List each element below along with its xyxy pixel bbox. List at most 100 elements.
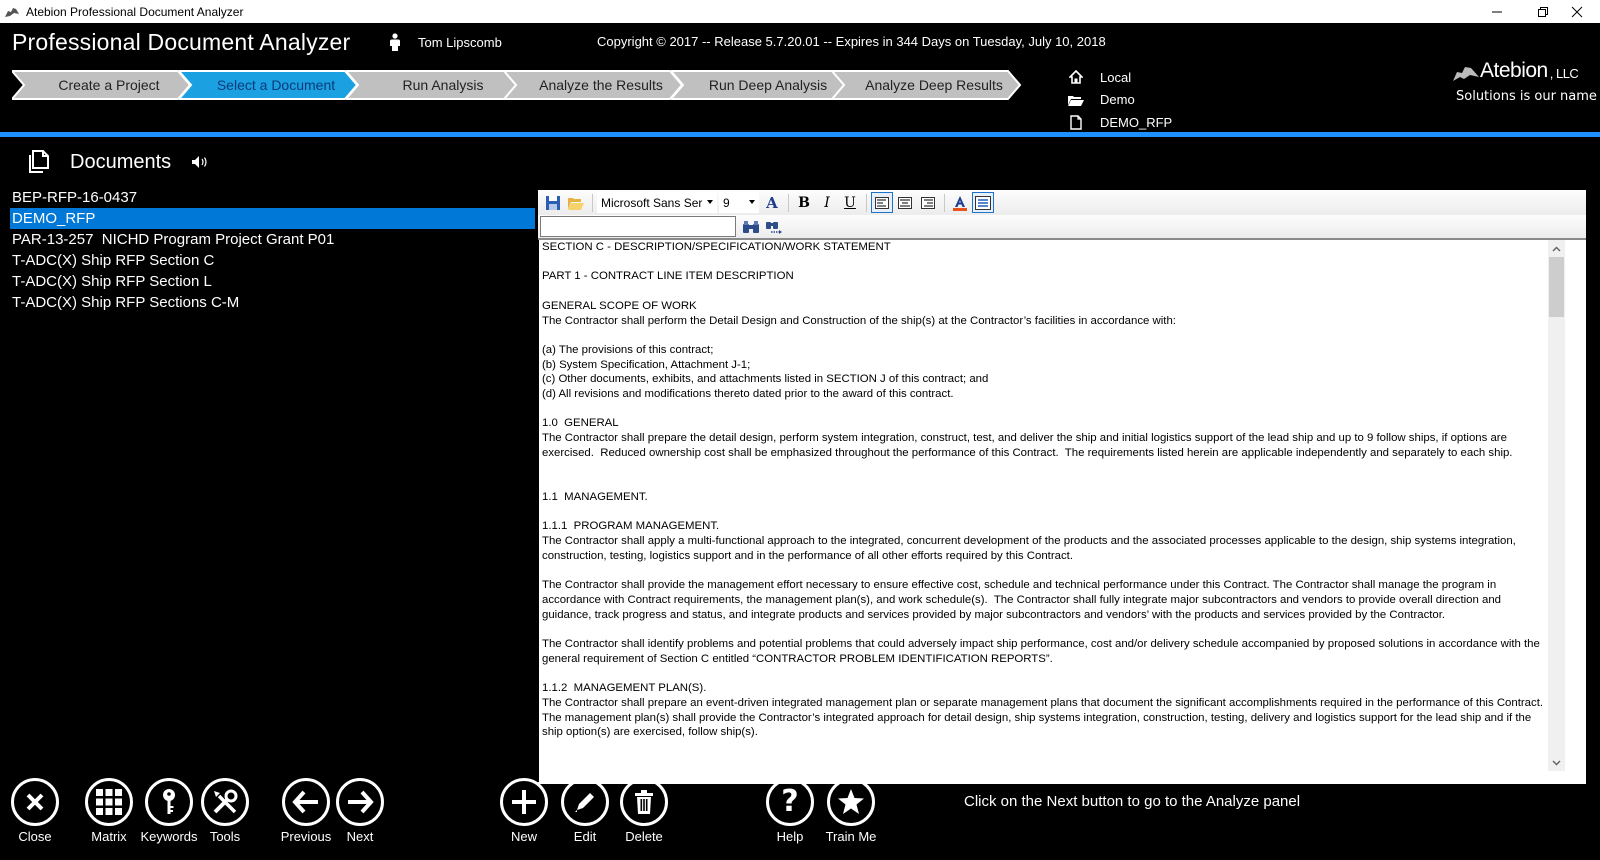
- close-icon: [1571, 6, 1583, 17]
- font-button[interactable]: A: [761, 192, 783, 213]
- restore-icon: [1538, 6, 1548, 17]
- formatting-toolbar: Microsoft Sans Ser 9 A B I U: [538, 190, 1586, 215]
- user-name: Tom Lipscomb: [418, 34, 502, 50]
- document-paragraph: (a) The provisions of this contract;: [542, 343, 714, 356]
- document-paragraph: 1.1 MANAGEMENT.: [542, 490, 648, 503]
- company-logo: Atebion, LLC: [1452, 59, 1597, 83]
- font-color-icon: [953, 195, 967, 211]
- open-folder-icon: [568, 197, 584, 210]
- step-label: Analyze the Results: [539, 77, 663, 93]
- document-paragraph: [542, 284, 1548, 299]
- font-color-button[interactable]: [949, 192, 971, 213]
- documents-icon: [29, 150, 49, 173]
- find-next-button[interactable]: [763, 216, 785, 237]
- document-paragraph: 1.0 GENERAL: [542, 417, 619, 430]
- step-label: Select a Document: [216, 77, 336, 93]
- align-center-icon: [898, 196, 912, 209]
- find-button[interactable]: [740, 216, 762, 237]
- trash-icon: [635, 790, 653, 814]
- document-list-item[interactable]: T-ADC(X) Ship RFP Sections C-M: [10, 292, 535, 313]
- key-icon: [163, 789, 175, 814]
- minimize-button[interactable]: [1474, 0, 1520, 23]
- help-button[interactable]: ? Help: [755, 778, 825, 844]
- speaker-icon[interactable]: [191, 155, 211, 169]
- align-left-button[interactable]: [871, 192, 893, 213]
- document-list-item[interactable]: PAR-13-257 NICHD Program Project Grant P…: [10, 229, 535, 250]
- align-left-icon: [875, 196, 889, 209]
- document-list-item[interactable]: BEP-RFP-16-0437: [10, 187, 535, 208]
- document-paragraph: [542, 666, 1548, 681]
- app-logo-icon: [4, 5, 20, 19]
- arrow-left-icon: [292, 790, 318, 814]
- step-label: Analyze Deep Results: [865, 77, 1003, 93]
- step-run-analysis[interactable]: Run Analysis: [346, 70, 526, 100]
- tools-button[interactable]: Tools: [190, 778, 260, 844]
- app-header: Professional Document Analyzer Tom Lipsc…: [0, 23, 1600, 132]
- grid-icon: [96, 789, 122, 815]
- toolbar-separator: [592, 193, 593, 212]
- font-family-select[interactable]: Microsoft Sans Ser: [597, 192, 717, 213]
- toolbar-separator: [788, 193, 789, 212]
- save-icon: [546, 195, 560, 210]
- bold-button[interactable]: B: [793, 192, 815, 213]
- search-input[interactable]: [540, 216, 736, 237]
- document-paragraph: [542, 461, 1548, 476]
- document-paragraph: [542, 622, 1548, 637]
- align-center-button[interactable]: [894, 192, 916, 213]
- window-titlebar: Atebion Professional Document Analyzer: [0, 0, 1600, 23]
- open-button[interactable]: [565, 192, 587, 213]
- help-icon: ?: [781, 784, 799, 819]
- new-button[interactable]: New: [489, 778, 559, 844]
- window-close-button[interactable]: [1554, 0, 1600, 23]
- vertical-scrollbar[interactable]: [1548, 240, 1565, 771]
- chevron-down-icon: [749, 200, 755, 204]
- save-button[interactable]: [542, 192, 564, 213]
- user-info: Tom Lipscomb: [388, 33, 502, 51]
- document-paragraph: SECTION C - DESCRIPTION/SPECIFICATION/WO…: [542, 241, 891, 253]
- close-button[interactable]: Close: [0, 778, 70, 844]
- star-icon: [838, 789, 864, 814]
- font-size-select[interactable]: 9: [719, 192, 759, 213]
- document-list-item[interactable]: DEMO_RFP: [10, 208, 535, 229]
- step-create-project[interactable]: Create a Project: [12, 70, 192, 100]
- align-right-button[interactable]: [917, 192, 939, 213]
- binoculars-icon: [743, 220, 759, 233]
- window-title: Atebion Professional Document Analyzer: [26, 4, 244, 19]
- train-me-button[interactable]: Train Me: [816, 778, 886, 844]
- company-brand: Atebion, LLC Solutions is our name: [1452, 59, 1597, 104]
- current-location: Local Demo DEMO_RFP: [1068, 66, 1172, 134]
- company-tagline: Solutions is our name: [1456, 89, 1597, 104]
- step-select-document[interactable]: Select a Document: [179, 70, 359, 100]
- document-list-item[interactable]: T-ADC(X) Ship RFP Section L: [10, 271, 535, 292]
- step-label: Create a Project: [58, 77, 160, 93]
- document-paragraph: [542, 563, 1548, 578]
- document-paragraph: (b) System Specification, Attachment J-1…: [542, 358, 751, 371]
- step-run-deep-analysis[interactable]: Run Deep Analysis: [671, 70, 851, 100]
- word-wrap-icon: [975, 195, 991, 210]
- document-paragraph: The Contractor shall prepare the detail …: [542, 432, 1513, 459]
- document-paragraph: The Contractor shall perform the Detail …: [542, 314, 1176, 327]
- document-text-area[interactable]: SECTION C - DESCRIPTION/SPECIFICATION/WO…: [538, 240, 1548, 782]
- document-paragraph: [542, 328, 1548, 343]
- chevron-down-icon: [707, 200, 713, 204]
- scroll-down-button[interactable]: [1548, 754, 1565, 771]
- document-paragraph: The Contractor shall identify problems a…: [542, 637, 1544, 665]
- step-analyze-deep-results[interactable]: Analyze Deep Results: [832, 70, 1022, 100]
- underline-button[interactable]: U: [839, 192, 861, 213]
- scroll-thumb[interactable]: [1549, 257, 1564, 317]
- document-editor: Microsoft Sans Ser 9 A B I U SECTION C -…: [538, 190, 1586, 784]
- document-paragraph: 1.1.1 PROGRAM MANAGEMENT.: [542, 520, 720, 533]
- italic-button[interactable]: I: [816, 192, 838, 213]
- document-paragraph: [542, 255, 1548, 270]
- plus-icon: [512, 790, 536, 814]
- document-paragraph: GENERAL SCOPE OF WORK: [542, 299, 697, 312]
- document-paragraph: (c) Other documents, exhibits, and attac…: [542, 373, 989, 386]
- scroll-up-button[interactable]: [1548, 240, 1565, 257]
- step-analyze-results[interactable]: Analyze the Results: [504, 70, 684, 100]
- atebion-logo-icon: [1453, 67, 1479, 81]
- document-list-item[interactable]: T-ADC(X) Ship RFP Section C: [10, 250, 535, 271]
- chevron-down-icon: [1552, 760, 1561, 765]
- next-button[interactable]: Next: [325, 778, 395, 844]
- delete-button[interactable]: Delete: [609, 778, 679, 844]
- word-wrap-button[interactable]: [972, 192, 994, 213]
